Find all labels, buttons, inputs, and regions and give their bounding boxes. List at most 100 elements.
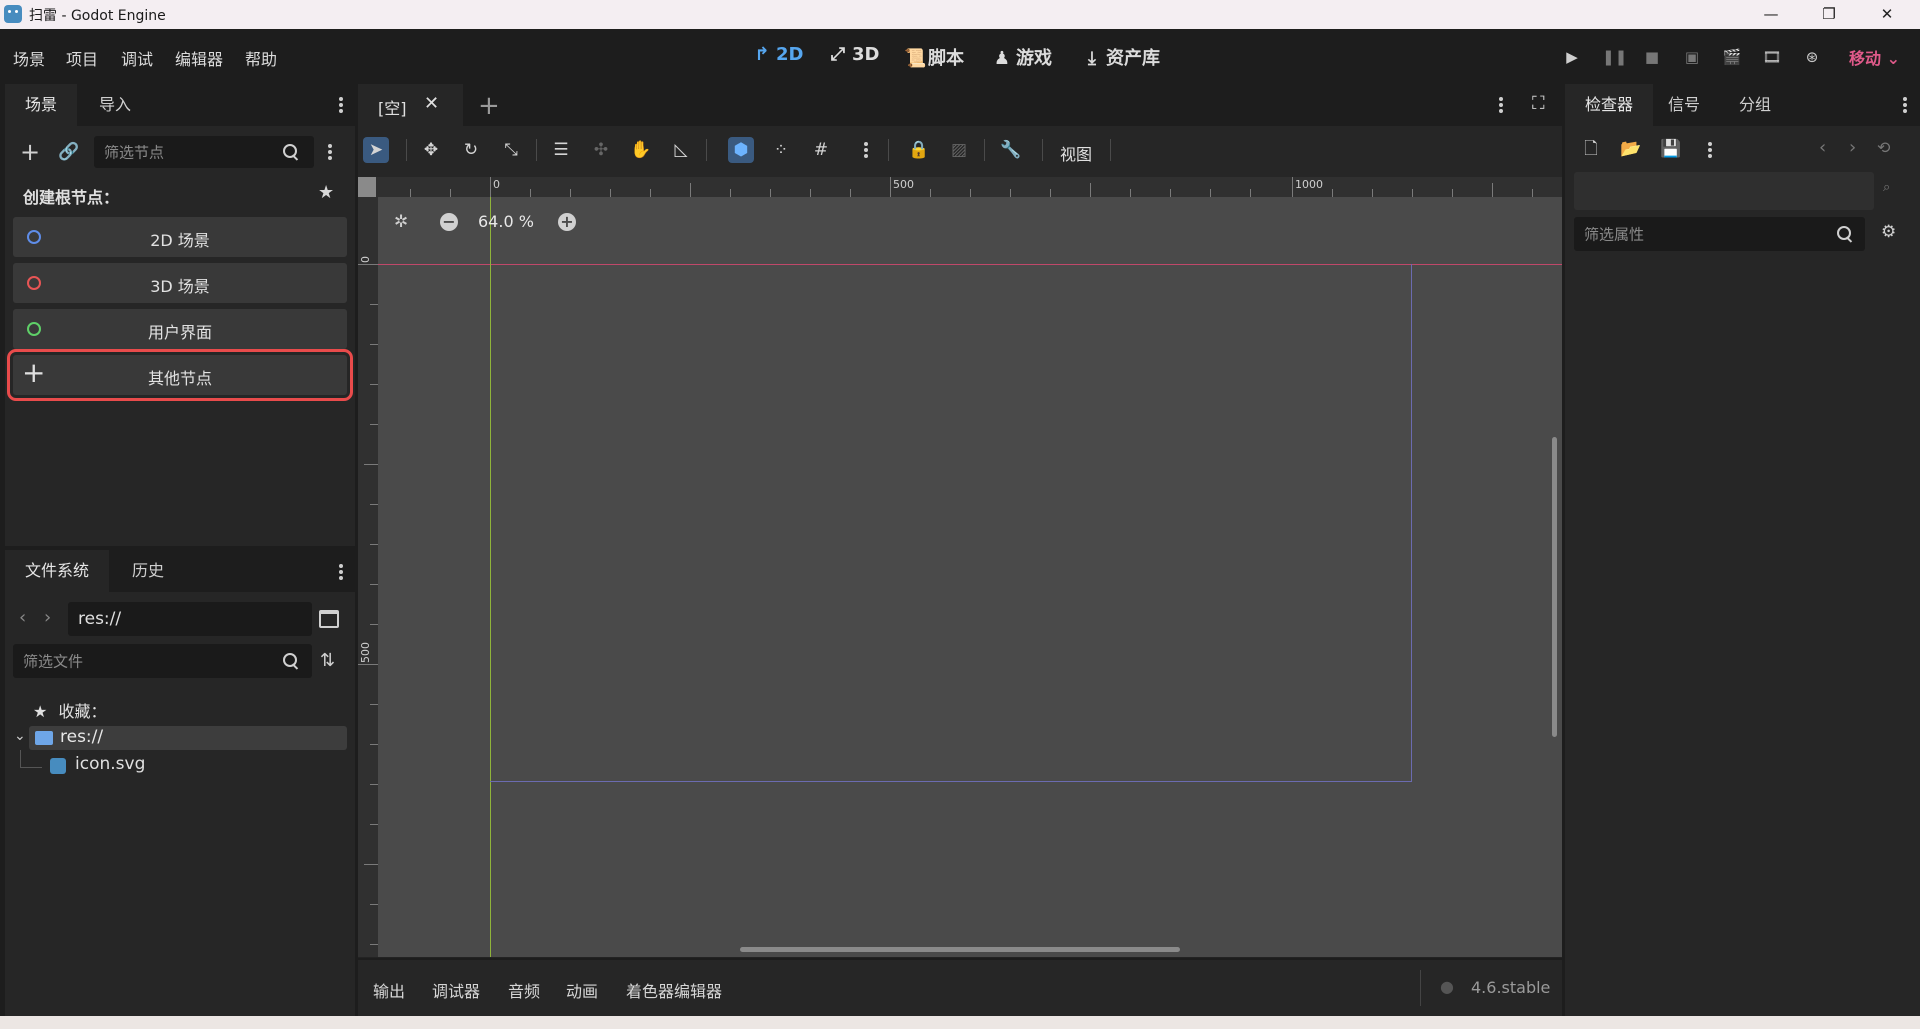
filter-properties-input[interactable]: 筛选属性 xyxy=(1574,217,1865,251)
zoom-in-icon[interactable]: + xyxy=(558,213,576,231)
tab-debugger[interactable]: 调试器 xyxy=(432,978,480,1002)
distraction-free-icon[interactable]: ⛶ xyxy=(1532,93,1545,114)
play-custom-scene-icon[interactable]: 🎞 xyxy=(1762,48,1782,66)
create-3d-scene-button[interactable]: 3D 场景 xyxy=(13,263,347,303)
center-view-icon[interactable]: ✲ xyxy=(394,212,408,232)
tab-animation[interactable]: 动画 xyxy=(566,978,598,1002)
play-scene-icon[interactable]: 🎬 xyxy=(1722,48,1742,66)
inspector-menu-icon[interactable] xyxy=(1902,95,1908,115)
select-tool-icon[interactable]: ➤ xyxy=(363,137,389,163)
ruler-corner[interactable] xyxy=(358,177,376,197)
stop-icon[interactable]: ■ xyxy=(1642,48,1662,66)
pivot-tool-icon[interactable]: ✣ xyxy=(588,137,614,163)
toggle-split-icon[interactable] xyxy=(319,610,339,628)
horizontal-scrollbar[interactable] xyxy=(740,947,1180,952)
forward-chevron-icon[interactable]: › xyxy=(44,607,51,628)
snap-options-icon[interactable]: ⁘ xyxy=(768,137,794,163)
mode-game-button[interactable]: ♟ 游戏 xyxy=(992,44,1052,70)
filesystem-menu-icon[interactable] xyxy=(338,562,344,582)
ruler-horizontal: 0 500 1000 xyxy=(358,177,1562,197)
snap-menu-icon[interactable] xyxy=(863,140,869,160)
mode-2d-button[interactable]: ↱ 2D xyxy=(752,44,803,65)
close-window-button[interactable]: ✕ xyxy=(1858,0,1916,29)
sort-icon[interactable]: ⇅ xyxy=(320,650,335,671)
pan-tool-icon[interactable]: ✋ xyxy=(628,137,654,163)
filter-nodes-input[interactable]: 筛选节点 xyxy=(94,136,314,168)
zoom-out-icon[interactable]: − xyxy=(440,213,458,231)
add-node-icon[interactable]: + xyxy=(18,140,42,164)
history-icon[interactable]: ⟲ xyxy=(1877,138,1890,157)
minimize-button[interactable]: — xyxy=(1742,0,1800,29)
other-node-button[interactable]: + 其他节点 xyxy=(7,349,353,401)
maximize-button[interactable]: ❐ xyxy=(1800,0,1858,29)
new-resource-icon[interactable]: 🗋 xyxy=(1579,137,1603,161)
close-icon[interactable]: ✕ xyxy=(424,93,439,114)
mode-assetlib-button[interactable]: ⤓ 资产库 xyxy=(1082,44,1160,70)
play-icon[interactable]: ▶ xyxy=(1562,48,1582,66)
vertical-scrollbar[interactable] xyxy=(1552,437,1557,737)
property-settings-icon[interactable]: ⚙ xyxy=(1881,222,1896,242)
list-select-icon[interactable]: ☰ xyxy=(548,137,574,163)
star-icon[interactable]: ★ xyxy=(318,182,334,203)
link-icon[interactable]: 🔗 xyxy=(57,140,81,164)
filter-files-input[interactable]: 筛选文件 xyxy=(13,644,312,678)
back-chevron-icon[interactable]: ‹ xyxy=(19,607,26,628)
create-ui-button[interactable]: 用户界面 xyxy=(13,309,347,349)
canvas-2d[interactable]: ✲ − 64.0 % + xyxy=(378,197,1562,957)
scene-tabs-menu-icon[interactable] xyxy=(1498,95,1504,115)
favorites-row[interactable]: ★ 收藏： xyxy=(33,698,106,722)
scene-dock-menu-icon[interactable] xyxy=(338,95,344,115)
version-label[interactable]: 4.6.stable xyxy=(1471,978,1550,997)
bone-icon[interactable]: 🔧 xyxy=(998,137,1024,163)
rotate-tool-icon[interactable]: ↻ xyxy=(458,137,484,163)
remote-debug-icon[interactable]: ▣ xyxy=(1682,48,1702,66)
menu-debug[interactable]: 调试 xyxy=(121,46,153,70)
renderer-select[interactable]: 移动 ⌄ xyxy=(1849,45,1900,69)
tab-output[interactable]: 输出 xyxy=(373,978,405,1002)
mode-3d-button[interactable]: ⤢ 3D xyxy=(828,44,880,65)
tree-label-icon-svg[interactable]: icon.svg xyxy=(75,754,145,774)
search-icon xyxy=(1837,226,1853,242)
grid-icon[interactable]: # xyxy=(808,137,834,163)
tab-import[interactable]: 导入 xyxy=(79,84,151,126)
zoom-level[interactable]: 64.0 % xyxy=(478,212,534,231)
menu-help[interactable]: 帮助 xyxy=(245,46,277,70)
tab-filesystem[interactable]: 文件系统 xyxy=(5,550,110,592)
create-2d-scene-button[interactable]: 2D 场景 xyxy=(13,217,347,257)
tab-inspector[interactable]: 检查器 xyxy=(1565,84,1654,126)
mode-script-button[interactable]: 📜脚本 xyxy=(904,44,964,70)
expand-chevron-icon[interactable]: ⌄ xyxy=(14,728,26,744)
group-icon[interactable]: ▨ xyxy=(946,137,972,163)
history-forward-icon[interactable]: › xyxy=(1849,137,1856,158)
path-field[interactable]: res:// xyxy=(68,602,312,636)
ruler-label: 0 xyxy=(359,256,372,263)
tab-signals[interactable]: 信号 xyxy=(1648,84,1720,126)
pause-icon[interactable]: ❚❚ xyxy=(1602,48,1627,66)
tab-shader-editor[interactable]: 着色器编辑器 xyxy=(626,978,722,1002)
scale-tool-icon[interactable]: ⤡ xyxy=(498,137,524,163)
move-tool-icon[interactable]: ✥ xyxy=(418,137,444,163)
scene-filter-menu-icon[interactable] xyxy=(327,142,333,162)
update-spinner-icon[interactable]: ● xyxy=(1440,977,1454,996)
object-selector[interactable] xyxy=(1574,172,1874,210)
menu-scene[interactable]: 场景 xyxy=(13,46,45,70)
save-icon[interactable]: 💾 xyxy=(1659,137,1683,161)
tab-groups[interactable]: 分组 xyxy=(1719,84,1791,126)
lock-icon[interactable]: 🔒 xyxy=(906,137,932,163)
doc-search-icon[interactable]: ⌕ xyxy=(1883,180,1890,195)
smart-snap-icon[interactable]: ⬢ xyxy=(728,137,754,163)
history-back-icon[interactable]: ‹ xyxy=(1819,137,1826,158)
create-root-label: 创建根节点： xyxy=(23,188,120,207)
menu-project[interactable]: 项目 xyxy=(66,46,98,70)
view-menu[interactable]: 视图 xyxy=(1060,141,1092,165)
resource-menu-icon[interactable] xyxy=(1707,140,1713,160)
movie-maker-icon[interactable]: ⊛ xyxy=(1802,48,1822,66)
scene-tab[interactable]: [空] ✕ xyxy=(358,84,463,126)
ruler-tool-icon[interactable]: ◺ xyxy=(668,137,694,163)
open-folder-icon[interactable]: 📂 xyxy=(1619,137,1643,161)
add-scene-tab-icon[interactable]: + xyxy=(478,91,500,121)
tab-history[interactable]: 历史 xyxy=(112,550,184,592)
menu-editor[interactable]: 编辑器 xyxy=(175,46,223,70)
tab-scene[interactable]: 场景 xyxy=(5,84,78,126)
tab-audio[interactable]: 音频 xyxy=(508,978,540,1002)
